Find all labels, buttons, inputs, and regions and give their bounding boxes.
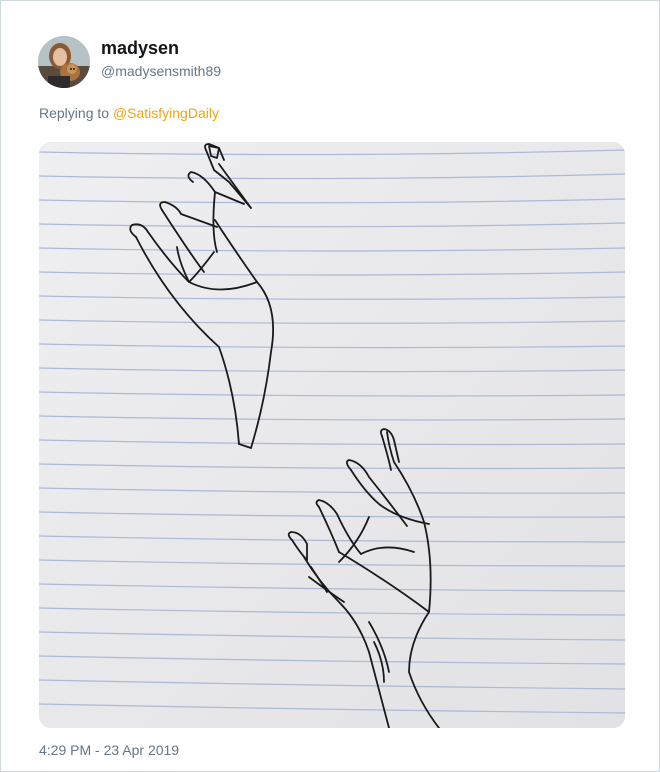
hands-drawing bbox=[39, 142, 625, 728]
tweet-timestamp[interactable]: 4:29 PM - 23 Apr 2019 bbox=[39, 742, 179, 758]
avatar-image bbox=[38, 36, 90, 88]
display-name[interactable]: madysen bbox=[101, 38, 179, 59]
replying-to-label: Replying to bbox=[39, 105, 113, 121]
tweet-media-image[interactable] bbox=[39, 142, 625, 728]
user-handle[interactable]: @madysensmith89 bbox=[101, 63, 221, 79]
mention-link[interactable]: @SatisfyingDaily bbox=[113, 105, 219, 121]
avatar[interactable] bbox=[38, 36, 90, 88]
tweet-card: madysen @madysensmith89 Replying to @Sat… bbox=[0, 0, 660, 772]
replying-to-line: Replying to @SatisfyingDaily bbox=[39, 105, 219, 121]
